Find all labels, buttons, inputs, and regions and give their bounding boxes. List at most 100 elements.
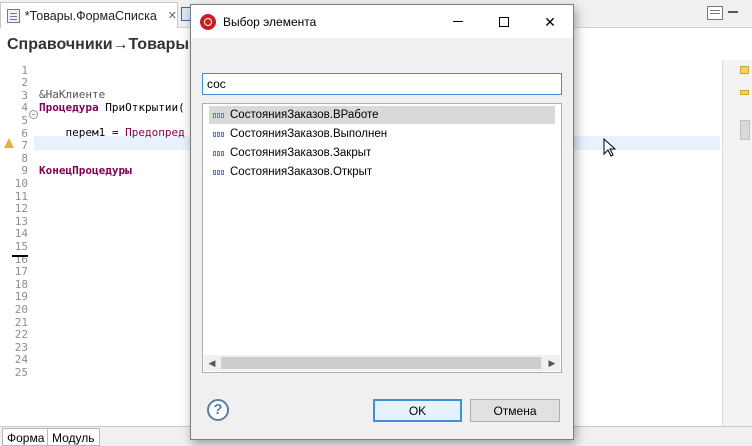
enum-value-icon [213,131,224,137]
code-keyword: КонецПроцедуры [39,163,132,177]
mouse-pointer-icon [603,138,617,157]
line-number-gutter: 25 [0,365,34,379]
line-number-gutter: 9 [0,164,34,178]
line-number-gutter: 19 [0,290,34,304]
line-number: 8 [21,151,28,165]
line-number: 23 [14,340,28,354]
line-number: 6 [21,126,28,140]
minimize-icon[interactable] [728,11,738,13]
line-number: 10 [14,176,28,190]
line-number-gutter: 23 [0,340,34,354]
occurrence-marker[interactable] [740,90,749,95]
editor-tab-active[interactable]: *Товары.ФормаСписка ✕ [0,2,178,28]
line-number: 11 [14,189,28,203]
code-keyword: Процедура [39,100,99,114]
code-text: перем1 = [39,126,126,139]
code-line[interactable]: перем1 = Предопред [39,126,185,139]
line-number-gutter: 11 [0,189,34,203]
close-icon: ✕ [544,13,556,30]
search-input[interactable] [202,73,562,95]
form-file-icon [7,8,20,23]
overview-ruler[interactable] [722,60,752,426]
line-number: 14 [14,227,28,241]
line-number-gutter: 13 [0,214,34,228]
list-item[interactable]: СостоянияЗаказов.Закрыт [209,144,555,162]
line-number: 18 [14,277,28,291]
line-number-gutter: 2 [0,76,34,90]
line-number: 12 [14,202,28,216]
result-list[interactable]: ◀ ▶ СостоянияЗаказов.ВРаботе СостоянияЗак… [202,103,562,373]
help-icon[interactable]: ? [207,399,229,421]
line-number-gutter: 17 [0,265,34,279]
line-number-gutter: 14 [0,227,34,241]
line-number: 3 [21,88,28,102]
select-element-dialog: Выбор элемента ✕ ◀ ▶ СостоянияЗаказов.ВР… [190,4,574,440]
view-menu-icon[interactable] [707,6,723,20]
line-number-gutter: 8 [0,151,34,165]
list-item[interactable]: СостоянияЗаказов.Открыт [209,163,555,181]
line-number-gutter: 20 [0,302,34,316]
line-number: 2 [21,76,28,90]
fold-collapse-icon[interactable]: − [29,110,38,119]
line-number: 19 [14,290,28,304]
editor-scrollbar-thumb[interactable] [740,120,750,140]
tab-form[interactable]: Форма [2,428,50,446]
dialog-title: Выбор элемента [223,15,317,29]
line-number: 9 [21,164,28,178]
line-number: 21 [14,315,28,329]
line-number-gutter: 10 [0,176,34,190]
enum-value-icon [213,169,224,175]
code-reference: Предопред [125,126,185,139]
enum-value-icon [213,112,224,118]
line-number: 5 [21,113,28,127]
list-item-label: СостоянияЗаказов.Открыт [230,166,373,178]
list-item-label: СостоянияЗаказов.ВРаботе [230,109,379,121]
line-number-gutter: 3 [0,88,34,102]
code-line[interactable]: &НаКлиенте [39,88,105,101]
list-item[interactable]: СостоянияЗаказов.ВРаботе [209,106,555,124]
line-number: 4 [21,101,28,115]
list-item-label: СостоянияЗаказов.Закрыт [230,147,372,159]
code-text: &НаКлиенте [39,88,106,102]
line-number: 24 [14,353,28,367]
breadcrumb: Справочники→Товары→ [7,36,206,53]
line-number: 15 [14,239,28,253]
cancel-button[interactable]: Отмена [470,399,560,422]
tab-module[interactable]: Модуль [47,428,100,446]
line-number: 22 [14,328,28,342]
ok-button[interactable]: OK [373,399,462,422]
line-marker [12,255,28,257]
line-number: 7 [21,139,28,153]
list-item-label: СостоянияЗаказов.Выполнен [230,128,388,140]
close-button[interactable]: ✕ [527,5,573,38]
line-number: 20 [14,302,28,316]
horizontal-scrollbar[interactable]: ◀ ▶ [204,355,560,371]
line-number-gutter: 12 [0,202,34,216]
dialog-titlebar[interactable]: Выбор элемента ✕ [191,5,573,38]
line-number-gutter: 22 [0,328,34,342]
app-logo-icon [200,14,216,30]
code-line[interactable]: КонецПроцедуры [39,164,132,177]
line-number-gutter: 18 [0,277,34,291]
line-number-gutter: 24 [0,353,34,367]
line-number: 25 [14,365,28,379]
scroll-right-icon[interactable]: ▶ [544,355,560,371]
code-line[interactable]: Процедура ПриОткрытии( [39,101,185,114]
maximize-button[interactable] [481,5,527,38]
maximize-icon [499,16,509,27]
minimize-icon [453,21,463,22]
code-text: ПриОткрытии( [98,100,185,114]
line-number: 13 [14,214,28,228]
line-number: 17 [14,265,28,279]
warning-marker[interactable] [740,66,749,74]
line-number-gutter: 1 [0,63,34,77]
scroll-left-icon[interactable]: ◀ [204,355,220,371]
tab-close-icon[interactable]: ✕ [168,9,177,22]
list-item[interactable]: СостоянияЗаказов.Выполнен [209,125,555,143]
editor-tab-title: *Товары.ФормаСписка [24,8,157,23]
warning-icon [4,138,14,148]
minimize-button[interactable] [435,5,481,38]
line-number-gutter: 15 [0,239,34,253]
line-number: 1 [21,63,28,77]
scrollbar-thumb[interactable] [221,357,541,369]
